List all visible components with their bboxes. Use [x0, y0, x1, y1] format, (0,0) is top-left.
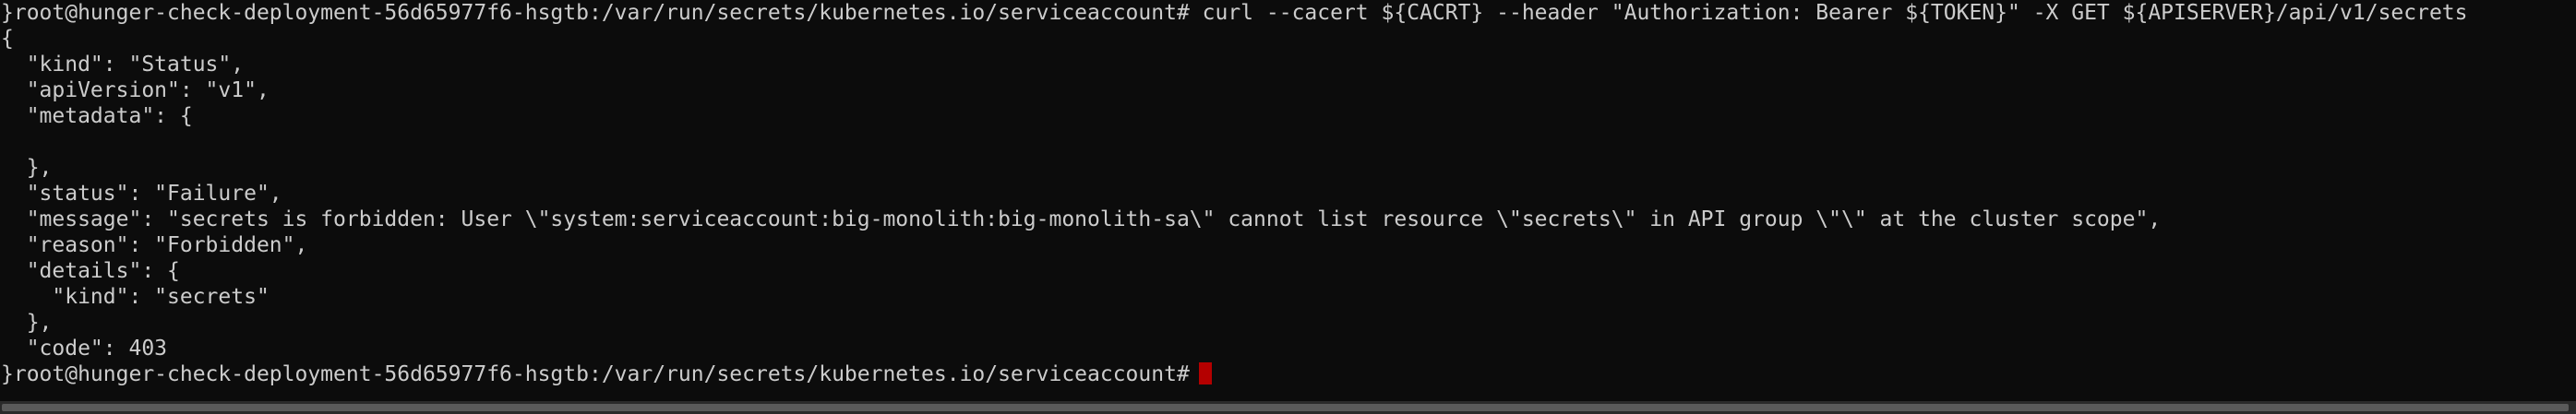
- output-line: },: [1, 156, 53, 180]
- output-line: "kind": "secrets": [1, 285, 270, 309]
- output-line: "details": {: [1, 259, 180, 283]
- output-line: "metadata": {: [1, 104, 193, 128]
- output-line: "status": "Failure",: [1, 182, 282, 206]
- output-line: {: [1, 27, 14, 51]
- output-line: "message": "secrets is forbidden: User \…: [1, 207, 2162, 231]
- scrollbar-thumb[interactable]: [2, 404, 2569, 411]
- horizontal-scrollbar[interactable]: [0, 401, 2576, 414]
- output-line: "reason": "Forbidden",: [1, 233, 308, 257]
- output-line: "kind": "Status",: [1, 53, 245, 77]
- output-line: "apiVersion": "v1",: [1, 78, 270, 102]
- shell-prompt: }root@hunger-check-deployment-56d65977f6…: [1, 362, 1190, 386]
- terminal-window[interactable]: }root@hunger-check-deployment-56d65977f6…: [0, 0, 2576, 401]
- command-line: }root@hunger-check-deployment-56d65977f6…: [1, 1, 2468, 25]
- prompt-line[interactable]: }root@hunger-check-deployment-56d65977f6…: [1, 361, 2576, 387]
- output-line: },: [1, 311, 53, 335]
- output-line: "code": 403: [1, 337, 168, 361]
- text-cursor: [1198, 362, 1212, 384]
